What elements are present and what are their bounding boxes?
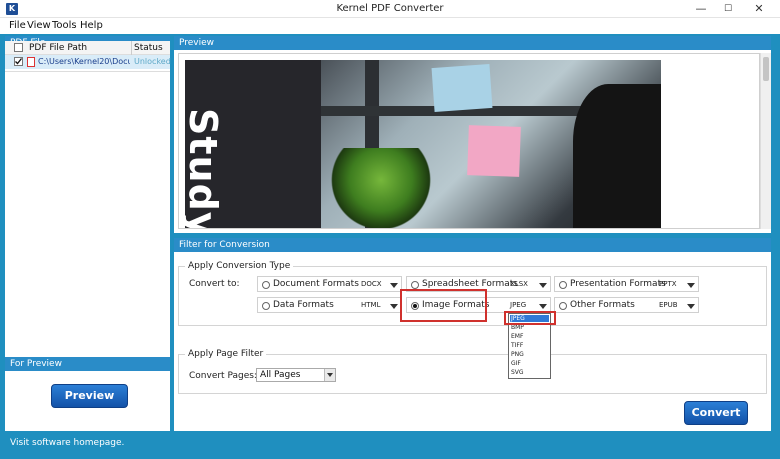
data-formats-option[interactable]: Data Formats HTML	[257, 297, 402, 313]
convert-pages-value: All Pages	[260, 370, 301, 380]
menu-file[interactable]: File	[9, 20, 26, 31]
preview-button[interactable]: Preview	[51, 384, 128, 408]
pdf-file-table: PDF File Path Status C:\Users\Kernel20\D…	[5, 41, 171, 69]
table-row[interactable]: C:\Users\Kernel20\Docu... Unlocked	[5, 55, 171, 69]
photo-plant	[331, 148, 431, 228]
chevron-down-icon[interactable]	[687, 304, 695, 309]
table-header: PDF File Path Status	[5, 41, 170, 55]
menu-help[interactable]: Help	[80, 20, 103, 31]
title-bar: K Kernel PDF Converter — ☐ ✕	[0, 0, 780, 18]
photo-sticky-note-blue	[431, 64, 493, 112]
spreadsheet-formats-value: XLSX	[510, 280, 528, 288]
other-formats-option[interactable]: Other Formats EPUB	[554, 297, 699, 313]
status-bar: Visit software homepage.	[5, 435, 770, 451]
data-formats-label: Data Formats	[273, 300, 334, 310]
photo-sticky-note-pink	[467, 125, 521, 177]
window-title: Kernel PDF Converter	[336, 3, 444, 14]
preview-scroll-thumb[interactable]	[763, 57, 769, 81]
spreadsheet-formats-radio[interactable]	[411, 281, 419, 289]
row-file-path: C:\Users\Kernel20\Docu...	[38, 57, 130, 66]
convert-to-label: Convert to:	[189, 279, 240, 289]
convert-button[interactable]: Convert	[684, 401, 748, 425]
data-formats-value: HTML	[361, 301, 381, 309]
chevron-down-icon[interactable]	[539, 283, 547, 288]
page-filter-title: Apply Page Filter	[185, 349, 267, 359]
presentation-formats-value: PPTX	[659, 280, 677, 288]
preview-scrollbar[interactable]	[760, 53, 771, 229]
row-status: Unlocked	[134, 57, 171, 66]
pdf-file-icon	[27, 57, 35, 67]
page-heading-text: Study	[185, 108, 225, 228]
document-formats-radio[interactable]	[262, 281, 270, 289]
dropdown-option-bmp[interactable]: BMP	[511, 324, 524, 331]
image-formats-highlight	[400, 289, 487, 322]
preview-area: Study	[178, 53, 760, 229]
conversion-type-title: Apply Conversion Type	[185, 261, 294, 271]
other-formats-value: EPUB	[659, 301, 678, 309]
dropdown-option-gif[interactable]: GIF	[511, 360, 521, 367]
checkmark-icon	[15, 58, 23, 65]
chevron-down-icon[interactable]	[687, 283, 695, 288]
preview-title: Preview	[174, 36, 771, 50]
pages-dropdown-toggle[interactable]	[324, 369, 335, 381]
dropdown-option-svg[interactable]: SVG	[511, 369, 524, 376]
image-formats-value: JPEG	[510, 301, 527, 309]
menu-view[interactable]: View	[27, 20, 51, 31]
for-preview-title: For Preview	[5, 357, 170, 371]
other-formats-label: Other Formats	[570, 300, 635, 310]
data-formats-radio[interactable]	[262, 302, 270, 310]
jpeg-option-highlight	[504, 311, 556, 325]
menu-bar: File View Tools Help	[0, 18, 780, 34]
presentation-formats-label: Presentation Formats	[570, 279, 666, 289]
homepage-link[interactable]: Visit software homepage.	[10, 438, 124, 448]
presentation-formats-radio[interactable]	[559, 281, 567, 289]
preview-panel: Preview Study	[174, 36, 771, 233]
document-formats-label: Document Formats	[273, 279, 359, 289]
chevron-down-icon[interactable]	[539, 304, 547, 309]
menu-tools[interactable]: Tools	[52, 20, 77, 31]
close-button[interactable]: ✕	[743, 0, 775, 18]
spreadsheet-formats-label: Spreadsheet Formats	[422, 279, 518, 289]
filter-panel-title: Filter for Conversion	[174, 238, 771, 252]
column-divider[interactable]	[131, 41, 132, 55]
document-formats-value: DOCX	[361, 280, 382, 288]
minimize-button[interactable]: —	[689, 0, 713, 18]
dropdown-option-emf[interactable]: EMF	[511, 333, 523, 340]
presentation-formats-option[interactable]: Presentation Formats PPTX	[554, 276, 699, 292]
for-preview-panel: For Preview Preview	[5, 357, 170, 431]
chevron-down-icon	[327, 373, 333, 377]
row-checkbox[interactable]	[14, 57, 23, 66]
dropdown-option-png[interactable]: PNG	[511, 351, 524, 358]
chevron-down-icon[interactable]	[390, 283, 398, 288]
convert-pages-select[interactable]: All Pages	[256, 368, 336, 382]
dropdown-option-tiff[interactable]: TIFF	[511, 342, 523, 349]
photo-person	[573, 84, 661, 228]
other-formats-radio[interactable]	[559, 302, 567, 310]
preview-page-image: Study	[185, 60, 661, 228]
document-formats-option[interactable]: Document Formats DOCX	[257, 276, 402, 292]
chevron-down-icon[interactable]	[390, 304, 398, 309]
filter-panel: Filter for Conversion Apply Conversion T…	[174, 238, 771, 431]
maximize-button[interactable]: ☐	[716, 0, 740, 18]
convert-pages-label: Convert Pages:	[189, 371, 257, 381]
select-all-checkbox[interactable]	[14, 43, 23, 52]
column-header-path: PDF File Path	[29, 43, 88, 53]
column-header-status: Status	[134, 43, 163, 53]
